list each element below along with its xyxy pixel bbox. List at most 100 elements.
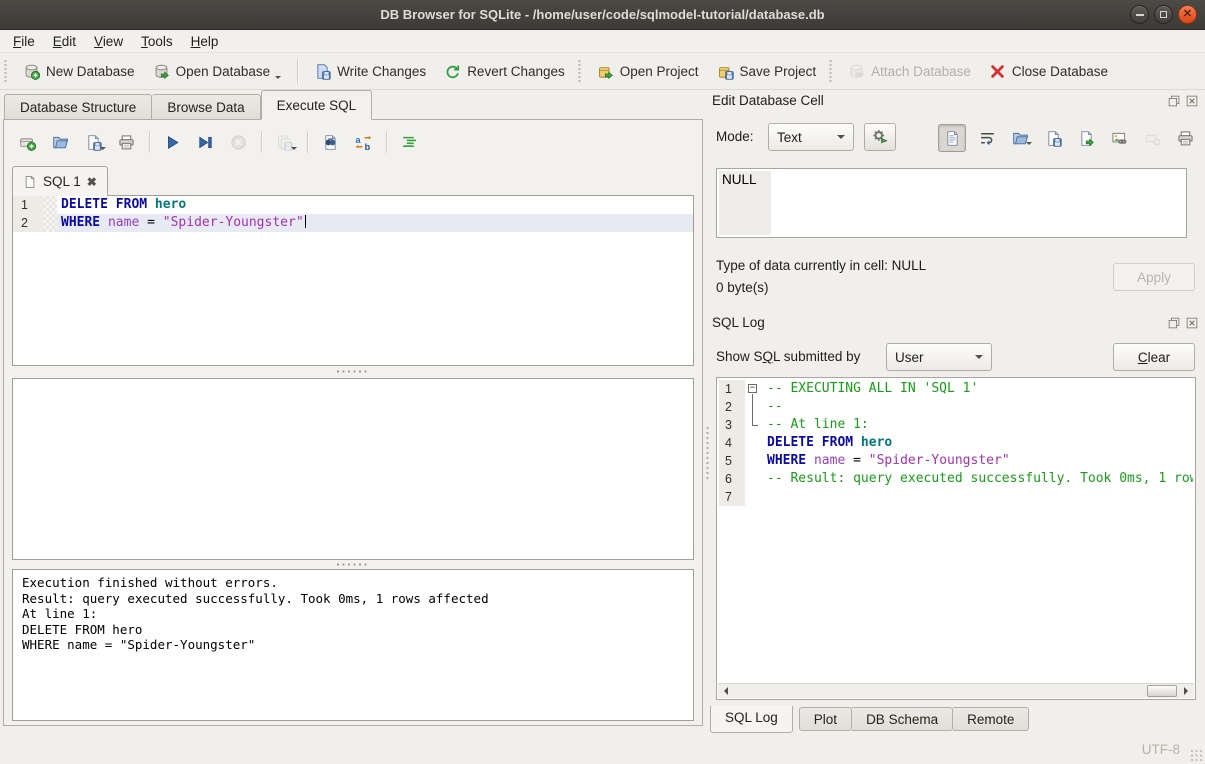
splitter-handle[interactable] bbox=[4, 368, 702, 375]
horizontal-scrollbar[interactable] bbox=[718, 683, 1194, 698]
open-sql-file-button[interactable] bbox=[47, 129, 73, 155]
main-tab-browse-data[interactable]: Browse Data bbox=[152, 94, 260, 120]
text-caret bbox=[305, 215, 307, 228]
close-database-button[interactable]: Close Database bbox=[980, 56, 1117, 86]
open-database-icon bbox=[153, 63, 170, 80]
float-dock-icon[interactable] bbox=[1167, 316, 1181, 330]
scroll-right-icon[interactable] bbox=[1179, 684, 1194, 698]
save-sql-file-button[interactable] bbox=[80, 129, 106, 155]
main-tab-database-structure[interactable]: Database Structure bbox=[4, 94, 152, 120]
find-replace-button[interactable]: ab bbox=[350, 129, 376, 155]
code-line: 6-- Result: query executed successfully.… bbox=[719, 470, 1193, 488]
menu-view[interactable]: View bbox=[85, 32, 132, 51]
minimize-icon[interactable] bbox=[1130, 5, 1149, 24]
dock-tab-remote[interactable]: Remote bbox=[953, 707, 1029, 731]
gear-icon bbox=[870, 126, 890, 146]
word-wrap-icon bbox=[979, 130, 996, 147]
print-button[interactable] bbox=[113, 129, 139, 155]
menu-file[interactable]: File bbox=[4, 32, 44, 51]
line-number: 3 bbox=[719, 416, 745, 434]
scroll-left-icon[interactable] bbox=[718, 684, 733, 698]
image-link-icon bbox=[1111, 130, 1128, 147]
new-tab-button[interactable] bbox=[14, 129, 40, 155]
titlebar[interactable]: DB Browser for SQLite - /home/user/code/… bbox=[0, 0, 1205, 30]
splitter-handle[interactable] bbox=[4, 561, 702, 568]
sql-log-view[interactable]: 1−-- EXECUTING ALL IN 'SQL 1'2--3-- At l… bbox=[716, 377, 1196, 700]
apply-button: Apply bbox=[1113, 263, 1195, 291]
menu-edit[interactable]: Edit bbox=[44, 32, 85, 51]
chevron-down-icon[interactable] bbox=[275, 76, 281, 86]
toolbar-separator bbox=[386, 131, 387, 153]
clear-button[interactable]: Clear bbox=[1113, 343, 1195, 371]
menu-help[interactable]: Help bbox=[182, 32, 228, 51]
sql-editor[interactable]: 1DELETE FROM hero2WHERE name = "Spider-Y… bbox=[12, 195, 694, 366]
text-document-button[interactable] bbox=[938, 124, 966, 152]
cell-editor[interactable]: NULL bbox=[716, 168, 1187, 238]
dock-resize-handle[interactable] bbox=[706, 426, 710, 482]
revert-changes-button[interactable]: Revert Changes bbox=[435, 56, 574, 86]
line-number: 1 bbox=[719, 380, 745, 398]
float-dock-icon[interactable] bbox=[1167, 94, 1181, 108]
sql-log-title: SQL Log bbox=[712, 315, 765, 330]
toolbar-handle bbox=[578, 59, 582, 83]
code-line: 2WHERE name = "Spider-Youngster" bbox=[13, 214, 693, 232]
workarea: Database StructureBrowse DataExecute SQL… bbox=[0, 90, 1205, 736]
save-file-icon bbox=[1045, 130, 1062, 147]
mode-select[interactable]: Text bbox=[768, 123, 854, 151]
fold-margin bbox=[745, 398, 763, 416]
dock-tab-plot[interactable]: Plot bbox=[799, 707, 852, 731]
code-text: DELETE FROM hero bbox=[763, 434, 1193, 452]
main-tab-execute-sql[interactable]: Execute SQL bbox=[261, 90, 373, 120]
export-button[interactable] bbox=[1074, 126, 1098, 150]
word-wrap-button[interactable] bbox=[975, 126, 999, 150]
find-button[interactable] bbox=[317, 129, 343, 155]
sql-log-dock-title: SQL Log bbox=[712, 315, 1199, 335]
close-icon[interactable]: ✕ bbox=[1178, 5, 1197, 24]
resize-grip[interactable] bbox=[1190, 749, 1203, 762]
chevron-down-icon bbox=[291, 147, 297, 153]
mode-label: Mode: bbox=[716, 129, 754, 144]
line-number: 7 bbox=[719, 488, 745, 506]
write-changes-button[interactable]: Write Changes bbox=[305, 56, 435, 86]
auto-apply-button[interactable] bbox=[864, 123, 896, 151]
code-text: WHERE name = "Spider-Youngster" bbox=[57, 214, 693, 232]
execute-all-button[interactable] bbox=[159, 129, 185, 155]
dock-tab-sql-log[interactable]: SQL Log bbox=[710, 706, 793, 733]
auto-format-button[interactable] bbox=[396, 129, 422, 155]
code-line: 1DELETE FROM hero bbox=[13, 196, 693, 214]
main-toolbar: New DatabaseOpen Database Write ChangesRe… bbox=[0, 53, 1205, 90]
dock-tab-db-schema[interactable]: DB Schema bbox=[852, 707, 953, 731]
new-database-button[interactable]: New Database bbox=[14, 56, 144, 86]
save-project-button[interactable]: Save Project bbox=[708, 56, 826, 86]
open-database-button[interactable]: Open Database bbox=[144, 56, 291, 86]
execute-line-button[interactable] bbox=[192, 129, 218, 155]
save-file-button[interactable] bbox=[1041, 126, 1065, 150]
open-file-button[interactable] bbox=[1008, 126, 1032, 150]
line-number: 4 bbox=[719, 434, 745, 452]
submitter-select[interactable]: User bbox=[886, 343, 992, 371]
find-icon bbox=[322, 134, 339, 151]
toolbar-separator bbox=[307, 131, 308, 153]
maximize-icon[interactable] bbox=[1154, 5, 1173, 24]
close-dock-icon[interactable] bbox=[1185, 316, 1199, 330]
statusbar: UTF-8 bbox=[0, 736, 1205, 764]
fold-margin[interactable]: − bbox=[745, 380, 763, 398]
image-link-button[interactable] bbox=[1107, 126, 1131, 150]
fold-margin bbox=[745, 416, 763, 434]
scrollbar-thumb[interactable] bbox=[1147, 685, 1177, 697]
sql-document-tabbar: SQL 1 ✖ bbox=[12, 166, 108, 196]
code-text: -- At line 1: bbox=[763, 416, 1193, 434]
save-results-icon bbox=[276, 134, 293, 151]
sql-log-filter-row: Show SQL submitted by User Clear bbox=[716, 343, 1195, 373]
close-tab-icon[interactable]: ✖ bbox=[87, 175, 97, 189]
chevron-down-icon bbox=[1026, 142, 1032, 148]
code-text: -- EXECUTING ALL IN 'SQL 1' bbox=[763, 380, 1193, 398]
save-results-button bbox=[271, 129, 297, 155]
print-icon bbox=[1177, 130, 1194, 147]
sql-document-tab[interactable]: SQL 1 ✖ bbox=[12, 166, 108, 196]
menu-tools[interactable]: Tools bbox=[132, 32, 182, 51]
open-project-button[interactable]: Open Project bbox=[588, 56, 708, 86]
close-dock-icon[interactable] bbox=[1185, 94, 1199, 108]
print-button[interactable] bbox=[1173, 126, 1197, 150]
cell-value: NULL bbox=[722, 172, 757, 187]
